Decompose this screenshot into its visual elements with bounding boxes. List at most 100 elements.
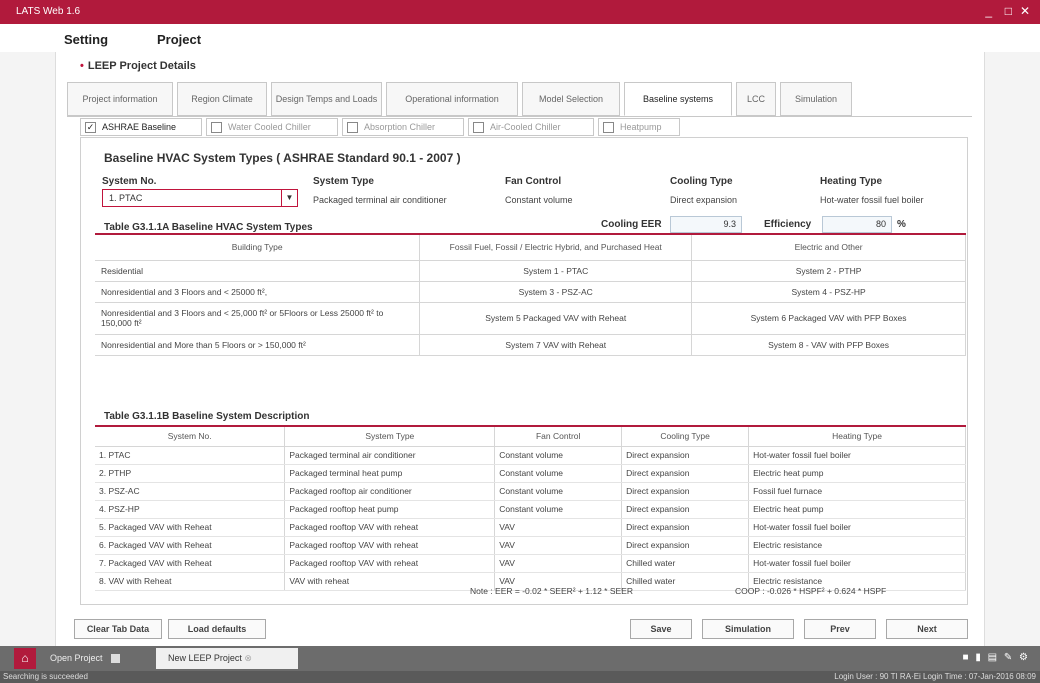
home-icon[interactable]: ⌂: [14, 648, 36, 669]
subtab-label: Absorption Chiller: [364, 122, 436, 132]
efficiency-unit: %: [897, 219, 906, 230]
table-row[interactable]: 3. PSZ-AC Packaged rooftop air conditione…: [95, 482, 966, 501]
menu-project[interactable]: Project: [157, 32, 201, 47]
close-icon[interactable]: ✕: [1020, 4, 1030, 18]
minimize-icon[interactable]: _: [985, 4, 992, 18]
table-cell: VAV: [494, 554, 623, 573]
table-cell: 5. Packaged VAV with Reheat: [95, 518, 286, 537]
login-info: Login User : 90 TI RA·Ei Login Time : 07…: [834, 672, 1036, 681]
table-cell: System 8 - VAV with PFP Boxes: [691, 334, 966, 356]
system-no-label: System No.: [102, 176, 157, 187]
column-header: System No.: [95, 426, 286, 447]
table-cell: Packaged rooftop VAV with reheat: [284, 518, 496, 537]
table-cell: Packaged rooftop air conditioner: [284, 482, 496, 501]
tab-operational-information[interactable]: Operational information: [386, 82, 518, 116]
system-type-value: Packaged terminal air conditioner: [313, 195, 447, 205]
tab-project-information[interactable]: Project information: [67, 82, 173, 116]
table-cell: Constant volume: [494, 446, 623, 465]
tab-simulation[interactable]: Simulation: [780, 82, 852, 116]
heating-type-label: Heating Type: [820, 176, 883, 187]
subtab-ashrae-baseline[interactable]: ✓ ASHRAE Baseline: [80, 118, 202, 136]
table-row: Nonresidential and More than 5 Floors or…: [95, 334, 966, 356]
column-header: Building Type: [95, 234, 421, 261]
table-cell: System 4 - PSZ-HP: [691, 281, 966, 303]
table-cell: VAV: [494, 536, 623, 555]
tab-model-selection[interactable]: Model Selection: [522, 82, 620, 116]
tab-design-temps-loads[interactable]: Design Temps and Loads: [271, 82, 382, 116]
subtab-air-cooled-chiller[interactable]: Air-Cooled Chiller: [468, 118, 594, 136]
subtab-heatpump[interactable]: Heatpump: [598, 118, 680, 136]
subtab-label: ASHRAE Baseline: [102, 122, 177, 132]
subtab-water-cooled-chiller[interactable]: Water Cooled Chiller: [206, 118, 338, 136]
eer-note: Note : EER = -0.02 * SEER² + 1.12 * SEER: [470, 586, 633, 596]
prev-button[interactable]: Prev: [804, 619, 876, 639]
table-cell: Hot-water fossil fuel boiler: [748, 554, 966, 573]
bullet-icon: •: [80, 60, 84, 72]
open-project-tab[interactable]: Open Project: [44, 649, 126, 668]
table-b-title: Table G3.1.1B Baseline System Descriptio…: [104, 411, 310, 422]
column-header: Electric and Other: [691, 234, 966, 261]
table-cell: VAV: [494, 518, 623, 537]
column-header: Heating Type: [748, 426, 966, 447]
clear-tab-data-button[interactable]: Clear Tab Data: [74, 619, 162, 639]
baseline-system-types-table: Building Type Fossil Fuel, Fossil / Elec…: [95, 233, 966, 356]
next-button[interactable]: Next: [886, 619, 968, 639]
fan-control-value: Constant volume: [505, 195, 573, 205]
open-project-label: Open Project: [50, 653, 103, 663]
subtab-absorption-chiller[interactable]: Absorption Chiller: [342, 118, 464, 136]
table-row[interactable]: 6. Packaged VAV with Reheat Packaged roof…: [95, 536, 966, 555]
simulation-button[interactable]: Simulation: [702, 619, 794, 639]
checkbox-icon[interactable]: [347, 121, 358, 133]
tab-region-climate[interactable]: Region Climate: [177, 82, 267, 116]
checkbox-icon[interactable]: [473, 121, 484, 133]
table-cell: Hot-water fossil fuel boiler: [748, 446, 966, 465]
table-row[interactable]: 1. PTAC Packaged terminal air conditioner…: [95, 446, 966, 465]
maximize-icon[interactable]: □: [1005, 4, 1012, 18]
table-cell: Residential: [95, 260, 421, 282]
menu-bar: Setting Project: [0, 24, 1040, 52]
taskbar: ⌂ Open Project New LEEP Project ⊗ ■ ▮ ▤ …: [0, 646, 1040, 671]
table-cell: 7. Packaged VAV with Reheat: [95, 554, 286, 573]
cop-note: COOP : -0.026 * HSPF² + 0.624 * HSPF: [735, 586, 887, 596]
table-row[interactable]: 4. PSZ-HP Packaged rooftop heat pump Const…: [95, 500, 966, 519]
system-no-select[interactable]: 1. PTAC ▼: [102, 189, 298, 207]
tab-lcc[interactable]: LCC: [736, 82, 776, 116]
cooling-eer-input[interactable]: 9.3: [670, 216, 742, 233]
checkbox-checked-icon[interactable]: ✓: [85, 121, 96, 133]
heating-type-value: Hot-water fossil fuel boiler: [820, 195, 924, 205]
close-icon[interactable]: [110, 654, 120, 664]
table-cell: Packaged rooftop VAV with reheat: [284, 554, 496, 573]
table-cell: Nonresidential and 3 Floors and < 25000 …: [95, 281, 421, 303]
table-cell: Packaged rooftop heat pump: [284, 500, 496, 519]
column-header: System Type: [284, 426, 496, 447]
current-project-label: New LEEP Project: [168, 653, 242, 663]
close-circle-icon[interactable]: ⊗: [244, 653, 252, 663]
table-row[interactable]: 2. PTHP Packaged terminal heat pump Consta…: [95, 464, 966, 483]
table-row: Nonresidential and 3 Floors and < 25,000…: [95, 302, 966, 335]
cooling-type-value: Direct expansion: [670, 195, 738, 205]
tray-icons[interactable]: ■ ▮ ▤ ✎ ⚙: [963, 652, 1030, 663]
table-cell: Fossil fuel furnace: [748, 482, 966, 501]
menu-setting[interactable]: Setting: [64, 32, 108, 47]
table-cell: Packaged rooftop VAV with reheat: [284, 536, 496, 555]
subtab-label: Air-Cooled Chiller: [490, 122, 561, 132]
load-defaults-button[interactable]: Load defaults: [168, 619, 266, 639]
table-cell: Direct expansion: [621, 482, 750, 501]
table-row[interactable]: 7. Packaged VAV with Reheat Packaged roof…: [95, 554, 966, 573]
column-header: Fan Control: [494, 426, 623, 447]
tab-baseline-systems[interactable]: Baseline systems: [624, 82, 732, 116]
table-row[interactable]: 5. Packaged VAV with Reheat Packaged roof…: [95, 518, 966, 537]
status-bar: Searching is succeeded Login User : 90 T…: [0, 671, 1040, 683]
checkbox-icon[interactable]: [603, 121, 614, 133]
table-cell: Constant volume: [494, 500, 623, 519]
checkbox-icon[interactable]: [211, 121, 222, 133]
chevron-down-icon[interactable]: ▼: [281, 190, 297, 206]
current-project-tab[interactable]: New LEEP Project ⊗: [156, 648, 298, 669]
table-cell: Nonresidential and 3 Floors and < 25,000…: [95, 302, 421, 335]
efficiency-input[interactable]: 80: [822, 216, 892, 233]
section-title: • LEEP Project Details: [80, 60, 196, 72]
table-cell: System 2 - PTHP: [691, 260, 966, 282]
table-header-row: System No. System Type Fan Control Cooli…: [95, 426, 966, 447]
save-button[interactable]: Save: [630, 619, 692, 639]
system-no-value: 1. PTAC: [109, 193, 143, 203]
